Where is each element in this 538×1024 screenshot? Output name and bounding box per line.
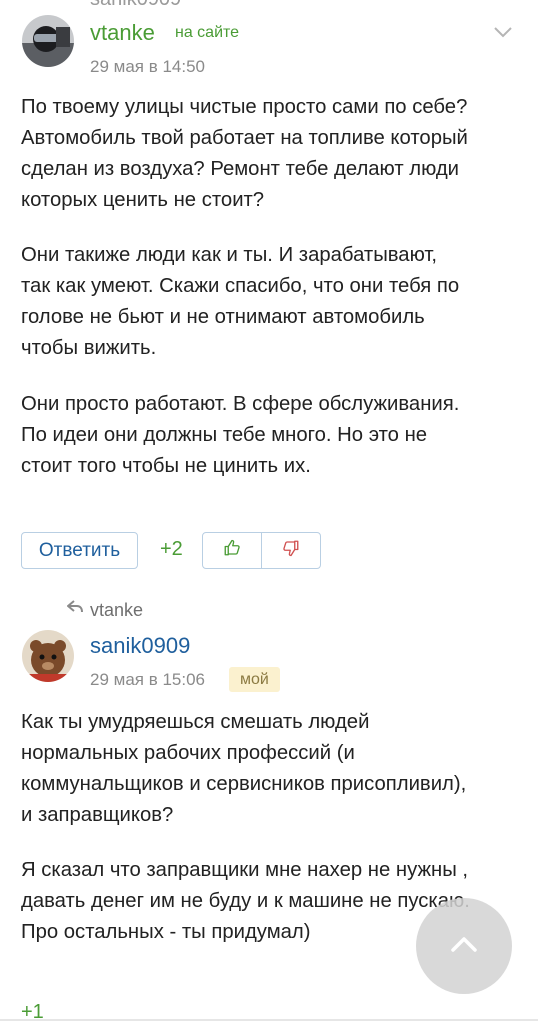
vote-buttons [202,532,321,569]
comment-paragraph: Я сказал что заправщики мне нахер не нуж… [21,859,470,943]
reply-arrow-icon [67,600,83,619]
comment-author[interactable]: vtanke [90,20,155,46]
reply-to-author[interactable]: vtanke [90,600,143,621]
reply-button[interactable]: Ответить [21,532,138,569]
chevron-down-icon[interactable] [493,25,513,38]
comment-date: 29 мая в 14:50 [90,57,205,76]
comment-paragraph: Они просто работают. В сфере обслуживани… [21,393,460,477]
comment-paragraph: По твоему улицы чистые просто сами по се… [21,96,468,211]
own-comment-badge: мой [229,667,280,692]
chevron-up-icon [451,936,477,957]
comment-paragraph: Они такиже люди как и ты. И зарабатывают… [21,244,460,359]
avatar[interactable] [22,15,74,67]
downvote-button[interactable] [261,533,320,568]
previous-comment-text: sanik0909 [90,0,181,11]
scroll-to-top-button[interactable] [416,898,512,994]
upvote-button[interactable] [203,533,261,568]
comment-author[interactable]: sanik0909 [90,633,190,659]
comment-paragraph: Как ты умудряешься смешать людей нормаль… [21,711,467,826]
thumbs-down-icon [282,539,300,562]
comment-rating: +2 [160,538,183,560]
thumbs-up-icon [223,539,241,562]
online-status: на сайте [175,24,240,41]
divider [0,1019,538,1021]
comment-date: 29 мая в 15:06 [90,670,205,689]
avatar[interactable] [22,630,74,682]
